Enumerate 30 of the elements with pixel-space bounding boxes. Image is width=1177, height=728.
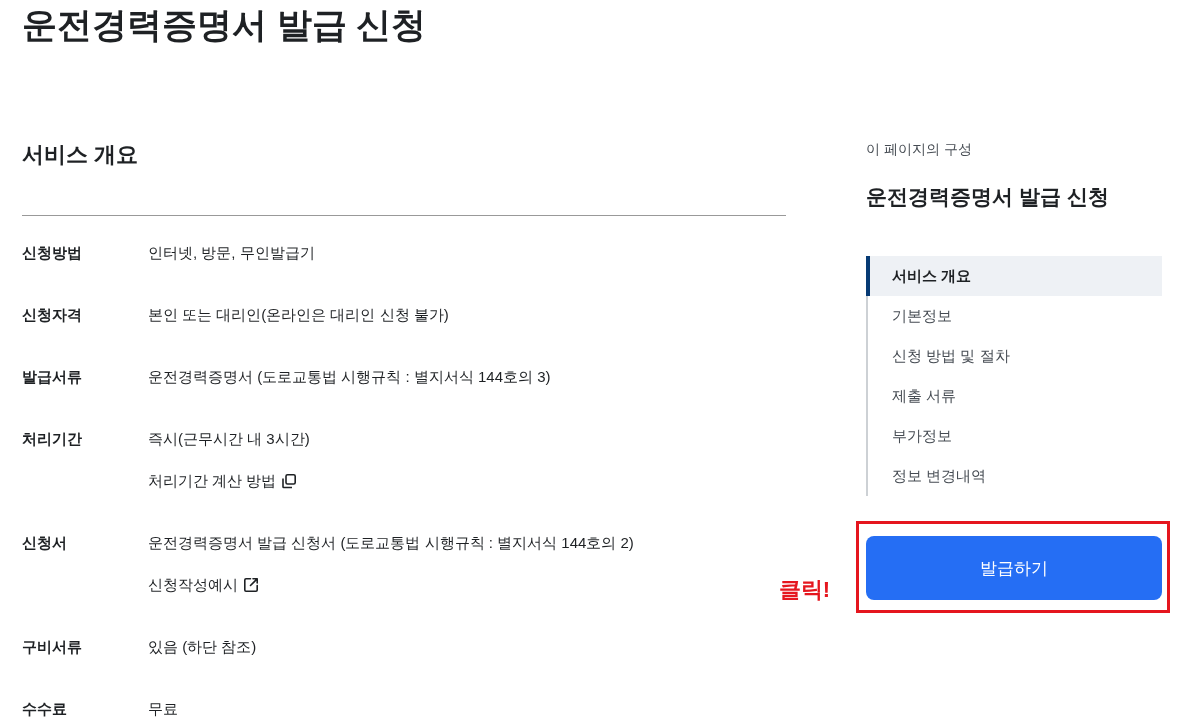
page-title: 운전경력증명서 발급 신청 xyxy=(22,4,428,46)
info-value: 본인 또는 대리인(온라인은 대리인 신청 불가) xyxy=(148,305,449,325)
info-label: 신청방법 xyxy=(22,243,83,263)
info-value: 운전경력증명서 (도로교통법 시행규칙 : 별지서식 144호의 3) xyxy=(148,367,551,387)
toc-item[interactable]: 제출 서류 xyxy=(866,376,1162,416)
external-link-icon xyxy=(243,577,259,593)
info-value: 인터넷, 방문, 무인발급기 xyxy=(148,243,315,263)
info-value: 운전경력증명서 발급 신청서 (도로교통법 시행규칙 : 별지서식 144호의 2) xyxy=(148,533,634,553)
info-value: 무료 xyxy=(148,699,178,719)
toc-item[interactable]: 부가정보 xyxy=(866,416,1162,456)
toc-item[interactable]: 서비스 개요 xyxy=(866,256,1162,296)
issue-button[interactable]: 발급하기 xyxy=(866,536,1162,600)
toc-item[interactable]: 정보 변경내역 xyxy=(866,456,1162,496)
click-annotation: 클릭! xyxy=(778,576,830,604)
calc-method-link[interactable]: 처리기간 계산 방법 xyxy=(148,469,298,493)
info-label: 신청자격 xyxy=(22,305,83,325)
info-value: 있음 (하단 참조) xyxy=(148,637,257,657)
section-heading: 서비스 개요 xyxy=(22,141,140,169)
toc-title: 운전경력증명서 발급 신청 xyxy=(866,184,1110,210)
info-label: 발급서류 xyxy=(22,367,83,387)
info-label: 수수료 xyxy=(22,699,68,719)
info-label: 구비서류 xyxy=(22,637,83,657)
info-label: 신청서 xyxy=(22,533,68,553)
overlap-squares-icon xyxy=(281,473,298,489)
toc-caption: 이 페이지의 구성 xyxy=(866,140,973,159)
example-link[interactable]: 신청작성예시 xyxy=(148,573,259,597)
toc-item[interactable]: 신청 방법 및 절차 xyxy=(866,336,1162,376)
toc-item[interactable]: 기본정보 xyxy=(866,296,1162,336)
info-value: 즉시(근무시간 내 3시간) xyxy=(148,429,310,449)
info-label: 처리기간 xyxy=(22,429,83,449)
